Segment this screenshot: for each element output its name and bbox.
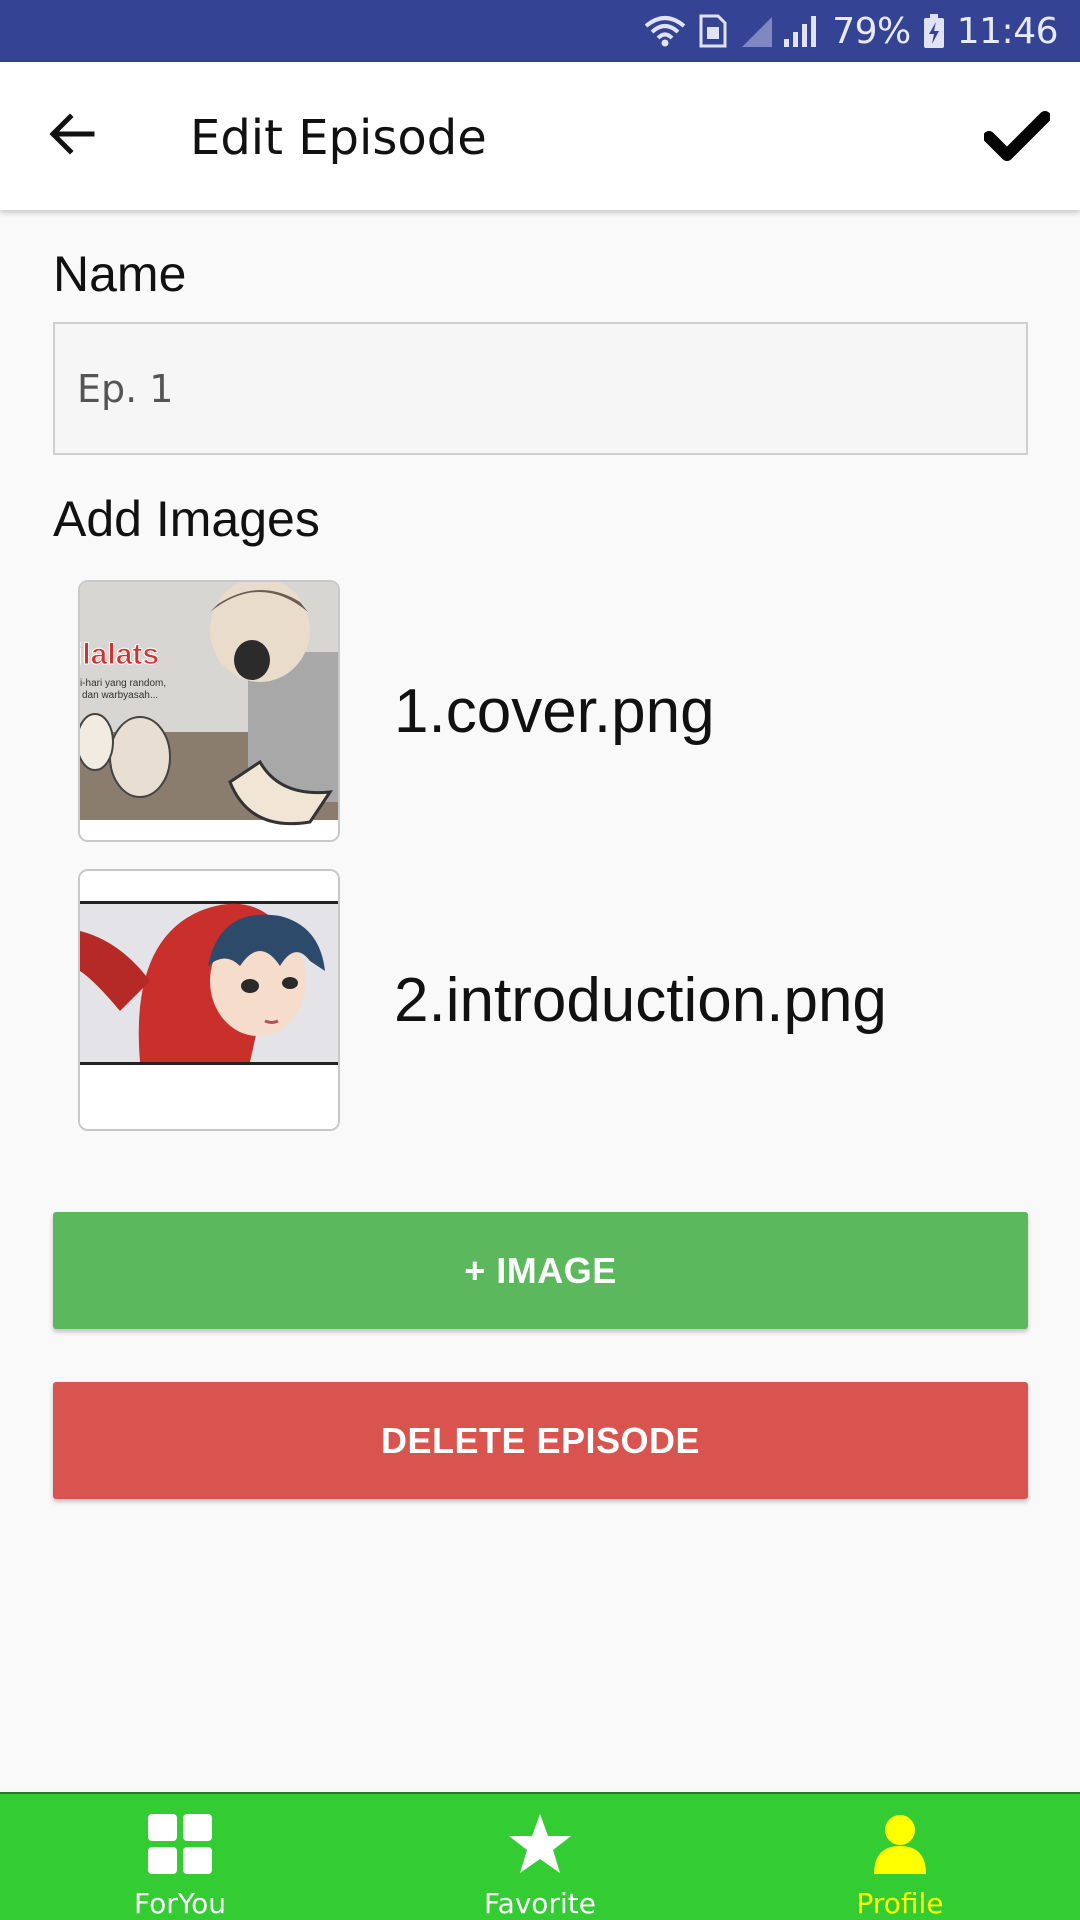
nav-item-foryou[interactable]: ForYou	[0, 1794, 360, 1920]
image-thumbnail: ilalats i-hari yang random, dan warbyasa…	[78, 580, 340, 842]
clock: 11:46	[956, 10, 1059, 52]
image-thumbnail	[78, 869, 340, 1131]
confirm-button[interactable]	[982, 108, 1052, 168]
thumb-title: ilalats	[80, 638, 159, 671]
star-icon	[508, 1814, 572, 1879]
signal-icon	[740, 13, 820, 49]
nav-label-profile: Profile	[856, 1887, 944, 1920]
nav-label-favorite: Favorite	[484, 1887, 596, 1920]
page-title: Edit Episode	[190, 110, 487, 166]
delete-episode-button[interactable]: DELETE EPISODE	[53, 1382, 1028, 1499]
check-icon	[983, 110, 1051, 167]
grid-icon	[148, 1814, 212, 1879]
arrow-left-icon	[48, 112, 96, 160]
image-list-item[interactable]: 2.introduction.png	[78, 869, 978, 1131]
thumb-subtitle-1: i-hari yang random,	[80, 678, 166, 689]
thumb-subtitle-2: dan warbyasah...	[82, 690, 158, 701]
battery-percent: 79%	[832, 10, 911, 52]
person-icon	[868, 1814, 932, 1879]
sim-icon	[698, 13, 728, 49]
add-image-button[interactable]: + IMAGE	[53, 1212, 1028, 1329]
edit-episode-screen: 79% 11:46 Edit Episode Name Ep. 1 Add Im…	[0, 0, 1080, 1920]
name-label: Name	[53, 246, 187, 302]
app-bar: Edit Episode	[0, 62, 1080, 210]
name-input[interactable]	[53, 322, 1028, 455]
wifi-icon	[644, 14, 686, 48]
image-file-name: 2.introduction.png	[394, 965, 887, 1035]
nav-label-foryou: ForYou	[133, 1887, 226, 1920]
back-button[interactable]	[42, 108, 102, 164]
add-images-label: Add Images	[53, 491, 320, 547]
nav-item-favorite[interactable]: Favorite	[360, 1794, 720, 1920]
image-file-name: 1.cover.png	[394, 676, 715, 746]
status-bar: 79% 11:46	[0, 0, 1080, 62]
bottom-nav: ForYou Favorite Profile	[0, 1792, 1080, 1920]
nav-item-profile[interactable]: Profile	[720, 1794, 1080, 1920]
image-list-item[interactable]: ilalats i-hari yang random, dan warbyasa…	[78, 580, 978, 842]
battery-icon	[923, 13, 945, 49]
